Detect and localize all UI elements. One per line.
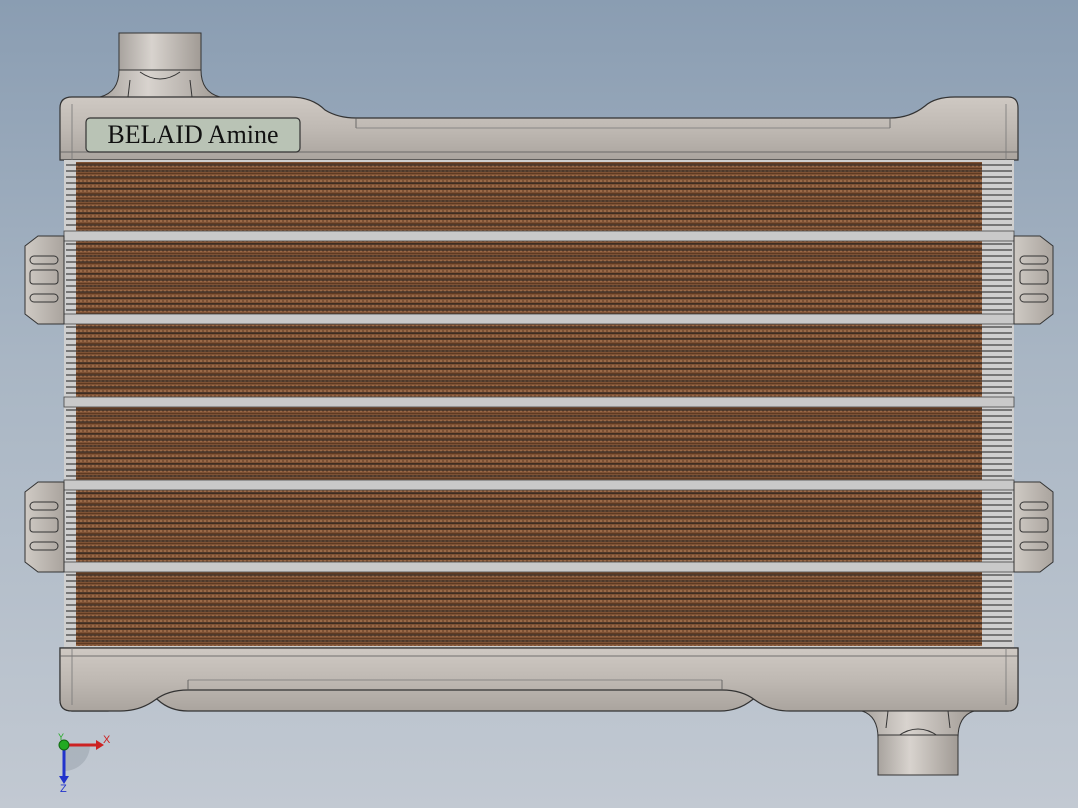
mount-clip-right-upper[interactable] [1013,235,1054,325]
axis-z-label: Z [60,783,67,795]
axis-triad: X Y Z [58,732,111,795]
bottom-tank[interactable] [59,647,1019,712]
axis-y-label: Y [58,732,64,742]
cad-viewport[interactable]: BELAID Amine X Y Z [0,0,1078,808]
inlet-pipe[interactable] [99,32,221,98]
outlet-pipe[interactable] [861,710,975,776]
mount-clip-right-lower[interactable] [1013,481,1054,573]
nameplate-text: BELAID Amine [107,120,278,149]
mount-clip-left-lower[interactable] [24,481,65,573]
mount-clip-left-upper[interactable] [24,235,65,325]
axis-x-label: X [103,734,111,746]
nameplate: BELAID Amine [85,117,301,153]
